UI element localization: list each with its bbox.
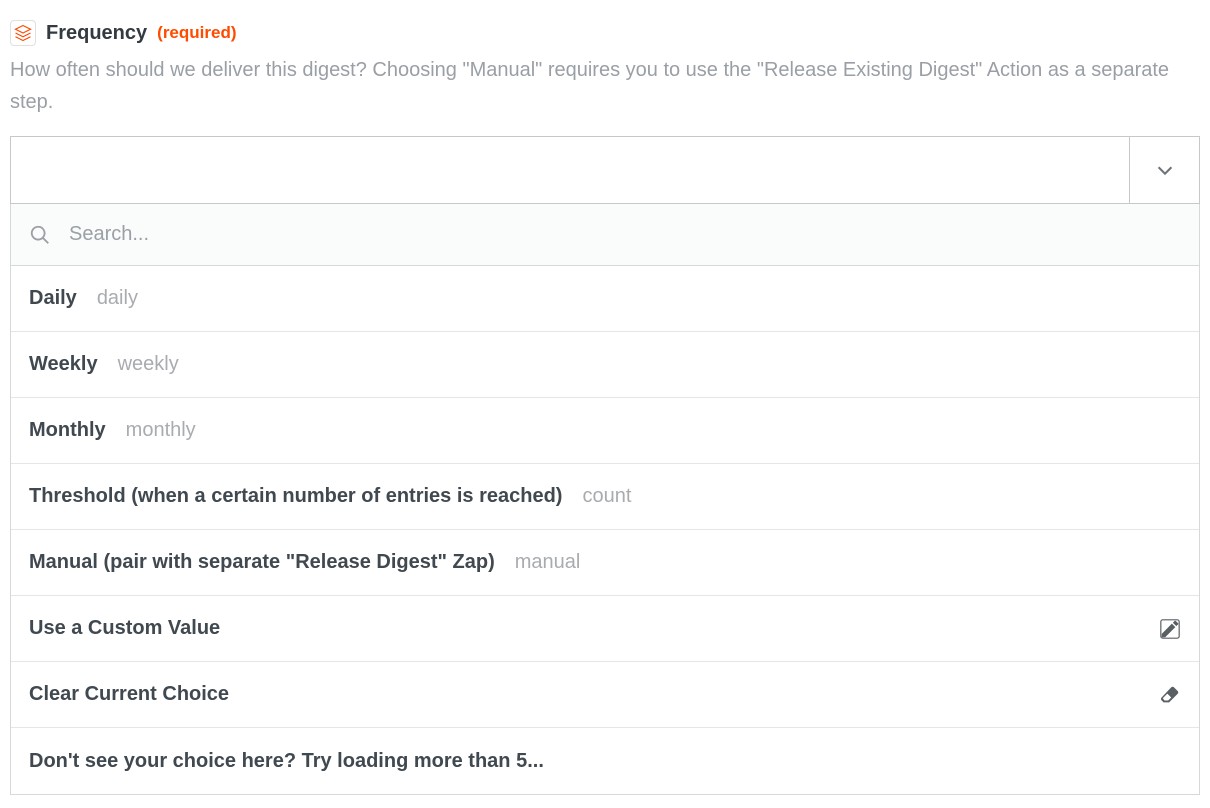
dropdown-option-threshold[interactable]: Threshold (when a certain number of entr… [11, 464, 1199, 530]
dropdown-selected-value[interactable] [11, 137, 1129, 203]
dropdown-search-row [11, 204, 1199, 266]
dropdown-option-manual[interactable]: Manual (pair with separate "Release Dige… [11, 530, 1199, 596]
dropdown-action-clear-choice[interactable]: Clear Current Choice [11, 662, 1199, 728]
stack-icon [14, 24, 32, 42]
eraser-icon [1159, 684, 1181, 706]
edit-icon [1159, 618, 1181, 640]
option-value: daily [97, 287, 138, 310]
frequency-dropdown[interactable] [10, 136, 1200, 204]
option-label: Daily [29, 287, 77, 310]
dropdown-panel: Daily daily Weekly weekly Monthly monthl… [10, 204, 1200, 795]
required-tag: (required) [157, 23, 236, 43]
dropdown-toggle[interactable] [1129, 137, 1199, 203]
option-label: Use a Custom Value [29, 617, 220, 640]
dropdown-option-monthly[interactable]: Monthly monthly [11, 398, 1199, 464]
search-icon [29, 224, 51, 246]
option-label: Manual (pair with separate "Release Dige… [29, 551, 495, 574]
app-icon [10, 20, 36, 46]
chevron-down-icon [1154, 159, 1176, 181]
field-title: Frequency [46, 22, 147, 45]
option-value: manual [515, 551, 581, 574]
dropdown-search-input[interactable] [69, 223, 1181, 246]
option-label: Threshold (when a certain number of entr… [29, 485, 562, 508]
dropdown-option-daily[interactable]: Daily daily [11, 266, 1199, 332]
option-label: Monthly [29, 419, 106, 442]
option-label: Weekly [29, 353, 98, 376]
option-value: weekly [118, 353, 179, 376]
option-label: Don't see your choice here? Try loading … [29, 750, 544, 773]
dropdown-action-custom-value[interactable]: Use a Custom Value [11, 596, 1199, 662]
dropdown-action-load-more[interactable]: Don't see your choice here? Try loading … [11, 728, 1199, 794]
option-value: count [582, 485, 631, 508]
field-header: Frequency (required) [10, 10, 1200, 46]
field-description: How often should we deliver this digest?… [10, 54, 1200, 118]
dropdown-option-weekly[interactable]: Weekly weekly [11, 332, 1199, 398]
option-value: monthly [126, 419, 196, 442]
option-label: Clear Current Choice [29, 683, 229, 706]
